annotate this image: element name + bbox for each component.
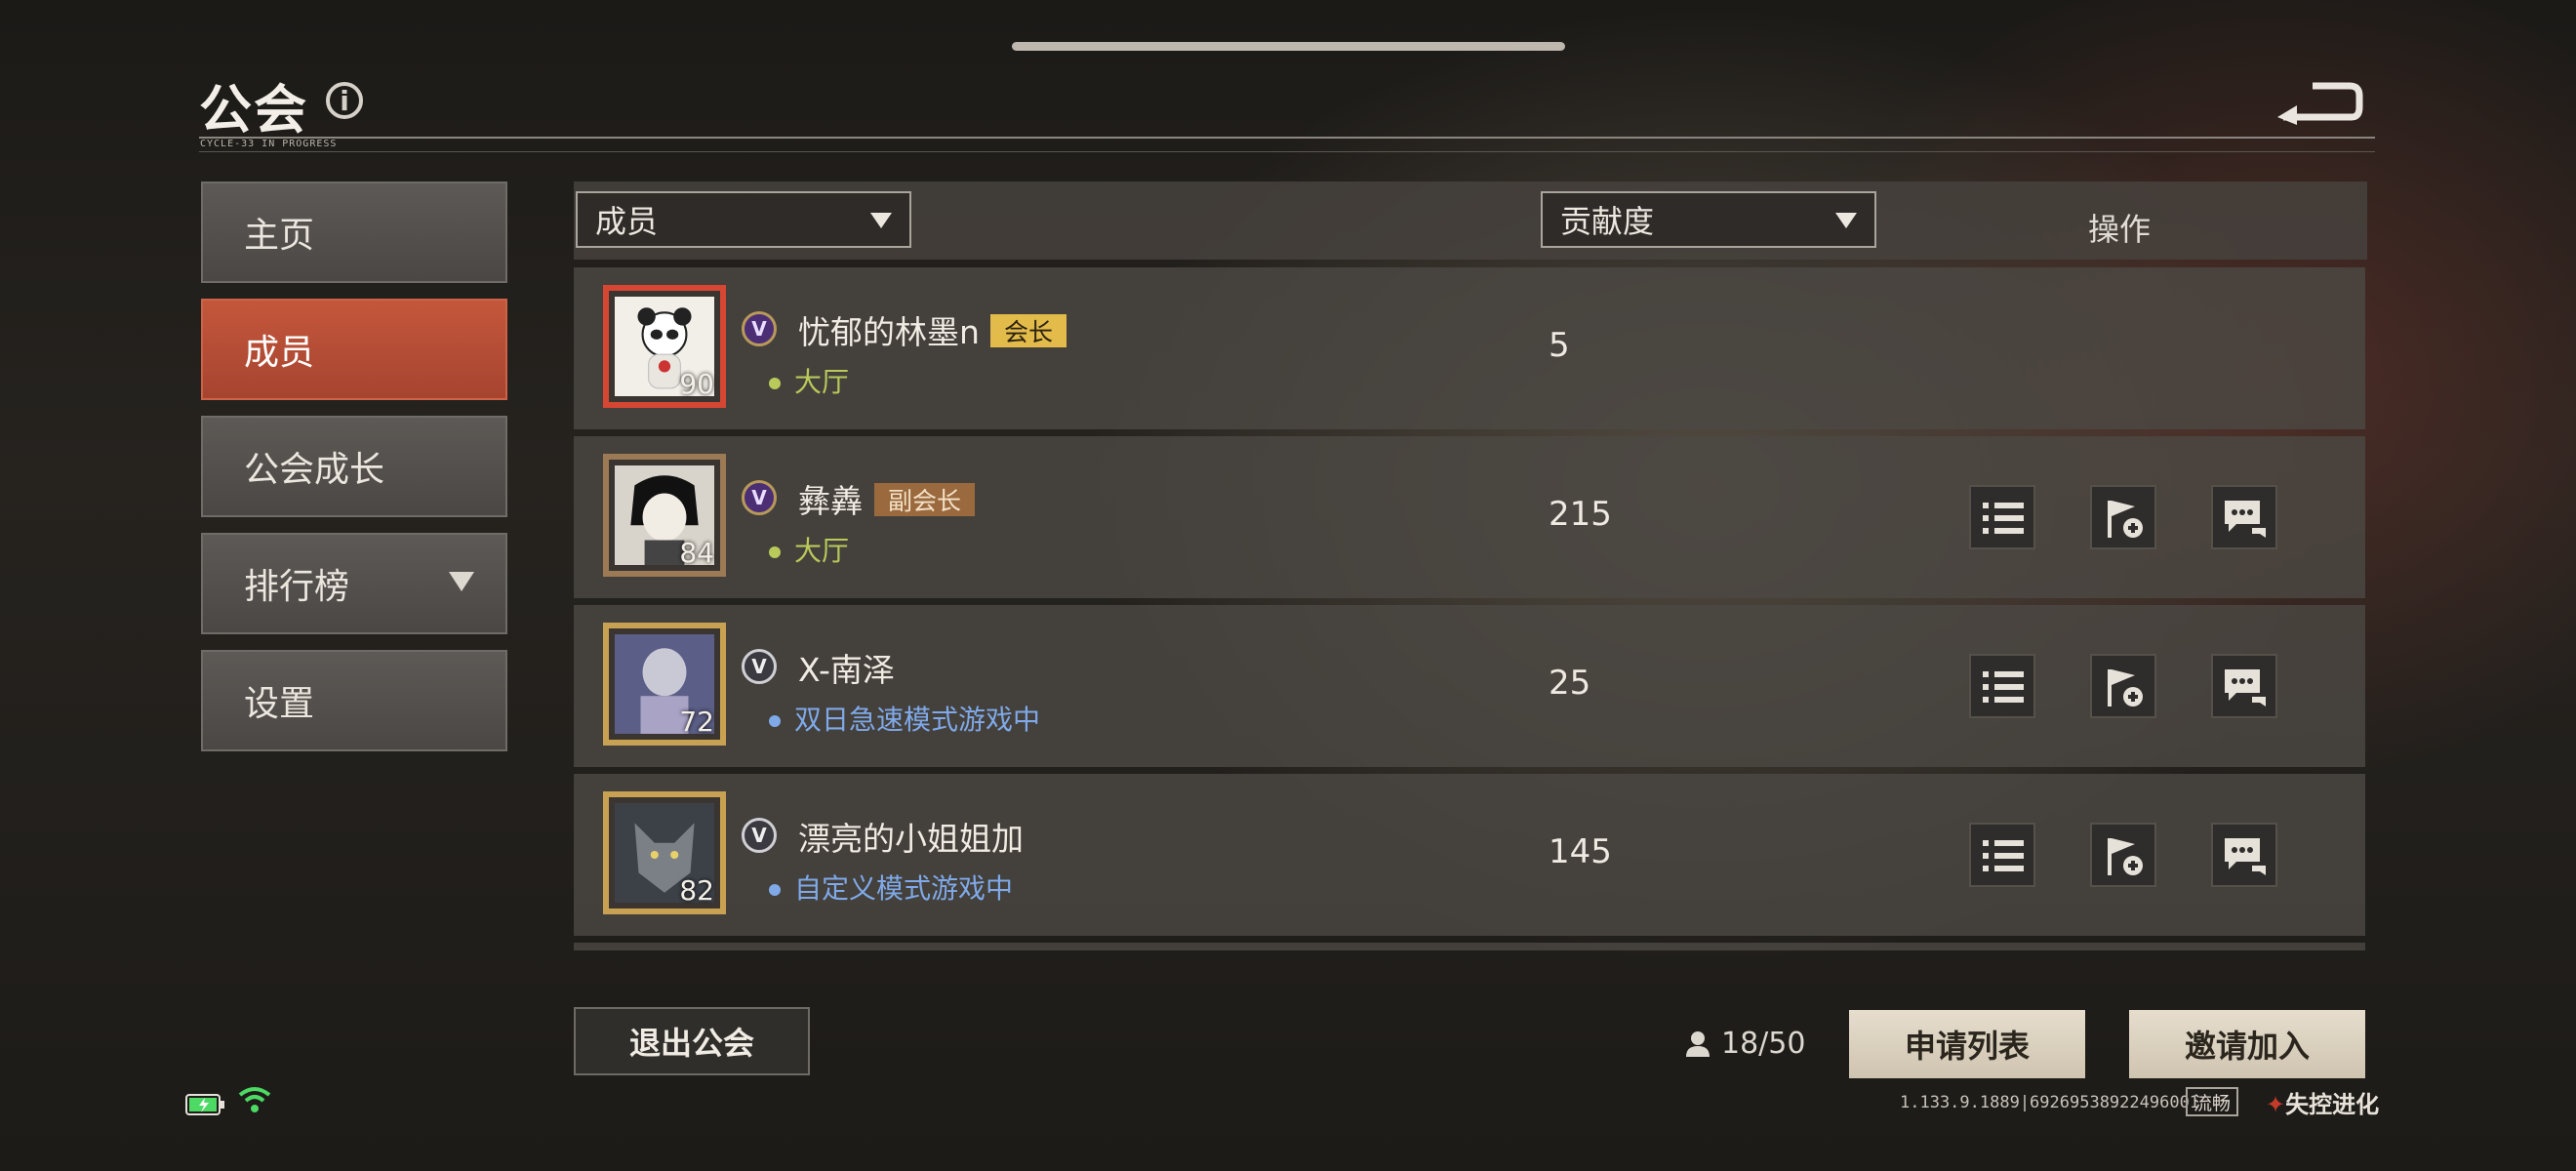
wifi-icon (238, 1087, 271, 1112)
member-filter-label: 成员 (595, 203, 659, 240)
sidebar-item-home[interactable]: 主页 (201, 182, 507, 283)
ops-column-header: 操作 (2088, 211, 2152, 248)
vip-badge-icon: V (742, 480, 777, 515)
contribution-value: 25 (1549, 664, 1591, 703)
member-status: 大厅 (769, 530, 849, 569)
list-icon (1983, 840, 2024, 871)
member-name: X-南泽 (798, 651, 895, 689)
invite-to-team-button[interactable] (2090, 654, 2156, 718)
home-indicator (1012, 42, 1565, 51)
member-details-button[interactable] (1969, 823, 2035, 887)
level-label: 90 (679, 368, 714, 400)
person-icon (1686, 1030, 1710, 1057)
avatar[interactable]: 84 (603, 454, 726, 577)
contribution-value: 215 (1549, 495, 1612, 534)
status-text: 双日急速模式游戏中 (794, 704, 1041, 736)
sort-filter-label: 贡献度 (1560, 203, 1655, 240)
avatar[interactable]: 82 (603, 791, 726, 914)
table-row[interactable]: 72 V X-南泽 双日急速模式游戏中 25 (574, 605, 2365, 767)
sidebar-item-leaderboard[interactable]: 排行榜 (201, 533, 507, 634)
member-status: 双日急速模式游戏中 (769, 699, 1040, 738)
list-icon (1983, 671, 2024, 703)
sort-filter-dropdown[interactable]: 贡献度 (1541, 191, 1876, 248)
game-logo-text: 失控进化 (2285, 1091, 2380, 1118)
vip-badge-icon: V (742, 818, 777, 853)
member-name: 漂亮的小姐姐加 (798, 820, 1024, 858)
header-subtitle: CYCLE-33 IN PROGRESS (200, 139, 338, 149)
table-row-partial (574, 943, 2365, 950)
status-dot-icon (769, 546, 781, 558)
battery-icon (185, 1094, 224, 1115)
chat-button[interactable] (2211, 654, 2277, 718)
flag-add-icon (2108, 501, 2143, 538)
status-text: 自定义模式游戏中 (794, 872, 1014, 905)
member-status: 自定义模式游戏中 (769, 868, 1013, 907)
role-badge: 副会长 (874, 483, 976, 516)
member-status: 大厅 (769, 361, 849, 400)
back-arrow-icon[interactable] (2274, 78, 2363, 125)
list-icon (1983, 503, 2024, 534)
member-details-button[interactable] (1969, 654, 2035, 718)
network-status-badge: 流畅 (2186, 1087, 2238, 1116)
version-string: 1.133.9.1889|69269538922496001 (1900, 1093, 2200, 1112)
chevron-down-icon (449, 572, 474, 591)
sidebar-item-label: 设置 (244, 684, 315, 724)
chat-icon (2225, 838, 2266, 875)
sidebar-item-guild-growth[interactable]: 公会成长 (201, 416, 507, 517)
chat-button[interactable] (2211, 823, 2277, 887)
leave-guild-button[interactable]: 退出公会 (574, 1007, 810, 1075)
status-dot-icon (769, 715, 781, 727)
contribution-value: 5 (1549, 326, 1570, 365)
status-dot-icon (769, 378, 781, 389)
game-logo: ✦失控进化 (2266, 1091, 2380, 1118)
contribution-value: 145 (1549, 832, 1612, 871)
vip-badge-icon: V (742, 311, 777, 346)
invite-join-button[interactable]: 邀请加入 (2129, 1010, 2365, 1078)
chat-icon (2225, 669, 2266, 707)
header-divider-thin (199, 151, 2375, 152)
table-row[interactable]: 90 V 忧郁的林墨n 会长 大厅 5 (574, 267, 2365, 429)
level-label: 84 (679, 537, 714, 569)
member-count: 18/50 (1684, 1027, 1805, 1061)
chat-button[interactable] (2211, 485, 2277, 549)
sidebar-item-members[interactable]: 成员 (201, 299, 507, 400)
table-row[interactable]: 82 V 漂亮的小姐姐加 自定义模式游戏中 145 (574, 774, 2365, 936)
header-divider (199, 137, 2375, 139)
chat-icon (2225, 501, 2266, 538)
vip-badge-icon: V (742, 649, 777, 684)
avatar[interactable]: 90 (603, 285, 726, 408)
info-icon[interactable]: i (326, 82, 363, 119)
level-label: 82 (679, 874, 714, 907)
status-dot-icon (769, 884, 781, 896)
sidebar-item-label: 成员 (244, 333, 315, 373)
dropdown-arrow-icon (1835, 213, 1857, 228)
sidebar-item-label: 主页 (244, 216, 315, 256)
table-row[interactable]: 84 V 彝羴 副会长 大厅 215 (574, 436, 2365, 598)
invite-to-team-button[interactable] (2090, 485, 2156, 549)
flag-add-icon (2108, 669, 2143, 707)
member-name: 彝羴 (798, 482, 863, 520)
sidebar-item-label: 排行榜 (244, 567, 350, 607)
invite-to-team-button[interactable] (2090, 823, 2156, 887)
level-label: 72 (679, 706, 714, 738)
avatar[interactable]: 72 (603, 623, 726, 746)
member-details-button[interactable] (1969, 485, 2035, 549)
status-text: 大厅 (794, 535, 850, 567)
status-text: 大厅 (794, 366, 850, 398)
page-title: 公会 (199, 79, 308, 141)
apply-list-button[interactable]: 申请列表 (1849, 1010, 2085, 1078)
member-name: 忧郁的林墨n (798, 313, 980, 351)
role-badge: 会长 (990, 314, 1067, 347)
flag-add-icon (2108, 838, 2143, 875)
member-filter-dropdown[interactable]: 成员 (576, 191, 911, 248)
member-count-value: 18/50 (1721, 1027, 1806, 1061)
sidebar-item-label: 公会成长 (244, 450, 385, 490)
sidebar-item-settings[interactable]: 设置 (201, 650, 507, 751)
dropdown-arrow-icon (870, 213, 892, 228)
